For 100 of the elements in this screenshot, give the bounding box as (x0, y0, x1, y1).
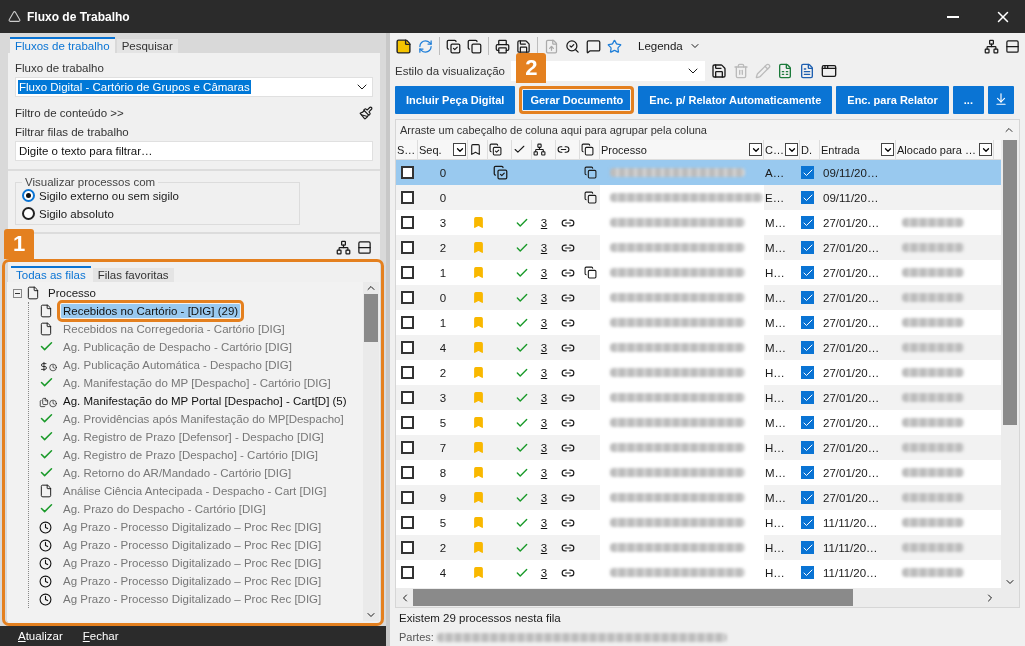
checkbox[interactable] (801, 241, 814, 254)
column-header[interactable]: Entrada (821, 143, 860, 156)
count-link[interactable]: 3 (540, 241, 548, 254)
tab[interactable]: Fluxos de trabalho (10, 37, 115, 53)
column-header[interactable]: S… (397, 143, 416, 156)
comment-icon[interactable] (586, 38, 601, 54)
count-link[interactable]: 3 (540, 341, 548, 354)
checkbox[interactable] (400, 366, 414, 379)
checkbox[interactable] (801, 166, 814, 179)
checkbox[interactable] (801, 341, 814, 354)
checkbox[interactable] (801, 466, 814, 479)
filter-button[interactable] (749, 143, 762, 156)
checkbox[interactable] (801, 491, 814, 504)
checkbox[interactable] (400, 341, 414, 354)
tree-item[interactable]: Ag. Publicação de Despacho - Cartório [DIG] (61, 340, 294, 354)
tree-item[interactable]: Ag. Registro de Prazo [Despacho] - Cartório [DIG] (61, 448, 321, 462)
filter-field[interactable]: Digite o texto para filtrar… (15, 141, 373, 161)
count-link[interactable]: 3 (540, 491, 548, 504)
tab[interactable]: Pesquisar (116, 39, 178, 53)
documents-link-icon[interactable] (489, 143, 502, 156)
search-icon[interactable] (565, 38, 580, 54)
checkbox[interactable] (801, 541, 814, 554)
radio-button[interactable] (22, 207, 35, 220)
table-row[interactable]: 4 3 M… 27/01/20… (396, 335, 1001, 360)
checkbox[interactable] (801, 191, 814, 204)
checkbox[interactable] (801, 366, 814, 379)
tree-item[interactable]: Ag. Retorno do AR/Mandado - Cartório [DIG] (61, 466, 294, 480)
tree-item[interactable]: Ag. Prazo do Despacho - Cartório [DIG] (61, 502, 268, 516)
copy-check-icon[interactable] (446, 38, 461, 54)
checkbox[interactable] (801, 391, 814, 404)
tree-item[interactable]: Ag. Manifestação do MP Portal [Despacho] - Cart[D] (5) (61, 394, 349, 408)
tree-item[interactable]: Ag. Publicação Automática - Despacho [DIG] (61, 358, 294, 372)
filter-button[interactable] (785, 143, 798, 156)
dropdown-button[interactable] (987, 86, 1014, 114)
count-link[interactable]: 3 (540, 366, 548, 379)
scrollbar-thumb[interactable] (1003, 140, 1017, 425)
legend-menu[interactable]: Legenda (638, 40, 683, 52)
action-button[interactable]: Gerar Documento (519, 86, 635, 114)
checkbox[interactable] (801, 316, 814, 329)
checkbox[interactable] (400, 491, 414, 504)
scrollbar[interactable] (1001, 140, 1019, 588)
save-icon[interactable] (516, 38, 531, 54)
checkbox[interactable] (400, 566, 414, 579)
tree-item[interactable]: Processo (48, 287, 96, 299)
tab[interactable]: Todas as filas (11, 266, 91, 282)
checkbox[interactable] (801, 566, 814, 579)
bookmark-icon[interactable] (469, 143, 482, 156)
tree-item[interactable]: Ag Prazo - Processo Digitalizado – Proc Rec [DIG] (61, 520, 324, 534)
tree-item[interactable]: Ag Prazo - Processo Digitalizado – Proc Rec [DIG] (61, 556, 324, 570)
count-link[interactable]: 3 (540, 466, 548, 479)
tree-item[interactable]: Ag Prazo - Processo Digitalizado – Proc Rec [DIG] (61, 592, 324, 606)
count-link[interactable]: 3 (540, 316, 548, 329)
checkbox[interactable] (400, 166, 414, 179)
action-link[interactable]: Fechar (82, 630, 119, 642)
checkbox[interactable] (801, 516, 814, 529)
checkbox[interactable] (801, 266, 814, 279)
action-button[interactable]: Enc. para Relator (836, 86, 949, 114)
scrollbar-thumb[interactable] (364, 294, 378, 342)
count-link[interactable]: 3 (540, 266, 548, 279)
table-row[interactable]: 0 E… 09/11/20… (396, 185, 1001, 210)
checkbox[interactable] (400, 466, 414, 479)
checkbox[interactable] (400, 516, 414, 529)
checkbox[interactable] (400, 191, 414, 204)
list-view-icon[interactable] (357, 240, 372, 255)
checkbox[interactable] (801, 441, 814, 454)
table-row[interactable]: 0 3 M… 27/01/20… (396, 285, 1001, 310)
checkbox[interactable] (801, 216, 814, 229)
count-link[interactable]: 3 (540, 391, 548, 404)
count-link[interactable]: 3 (540, 541, 548, 554)
checkbox[interactable] (400, 291, 414, 304)
filter-button[interactable] (453, 143, 466, 156)
column-header[interactable]: D. (801, 143, 812, 156)
checkbox[interactable] (400, 266, 414, 279)
tree-item[interactable]: Ag Prazo - Processo Digitalizado – Proc Rec [DIG] (61, 538, 324, 552)
refresh-icon[interactable] (418, 38, 433, 54)
table-row[interactable]: 7 3 H… 27/01/20… (396, 435, 1001, 460)
checkmark-icon[interactable] (513, 143, 526, 156)
window-icon[interactable] (820, 63, 837, 79)
table-row[interactable]: 2 3 H… 11/11/20… (396, 535, 1001, 560)
count-link[interactable]: 3 (540, 291, 548, 304)
action-button[interactable]: Enc. p/ Relator Automaticamente (638, 86, 833, 114)
checkbox[interactable] (400, 216, 414, 229)
filter-button[interactable] (979, 143, 992, 156)
tree-view-icon[interactable] (984, 38, 999, 54)
tree-item[interactable]: Análise Ciência Antecipada - Despacho - Cart [DIG] (61, 484, 329, 498)
checkbox[interactable] (400, 441, 414, 454)
checkbox[interactable] (400, 416, 414, 429)
save-icon[interactable] (710, 63, 727, 79)
action-button[interactable]: ... (952, 86, 984, 114)
copy-icon[interactable] (581, 143, 594, 156)
count-link[interactable]: 3 (540, 566, 548, 579)
content-filter-link[interactable]: Filtro de conteúdo >> (15, 107, 124, 119)
count-link[interactable]: 3 (540, 416, 548, 429)
checkbox[interactable] (801, 291, 814, 304)
count-link[interactable]: 3 (540, 441, 548, 454)
count-link[interactable]: 3 (540, 516, 548, 529)
action-button[interactable]: Incluir Peça Digital (395, 86, 516, 114)
column-header[interactable]: C… (765, 143, 784, 156)
scrollbar-thumb[interactable] (413, 589, 853, 606)
tree-view-icon[interactable] (336, 240, 351, 255)
